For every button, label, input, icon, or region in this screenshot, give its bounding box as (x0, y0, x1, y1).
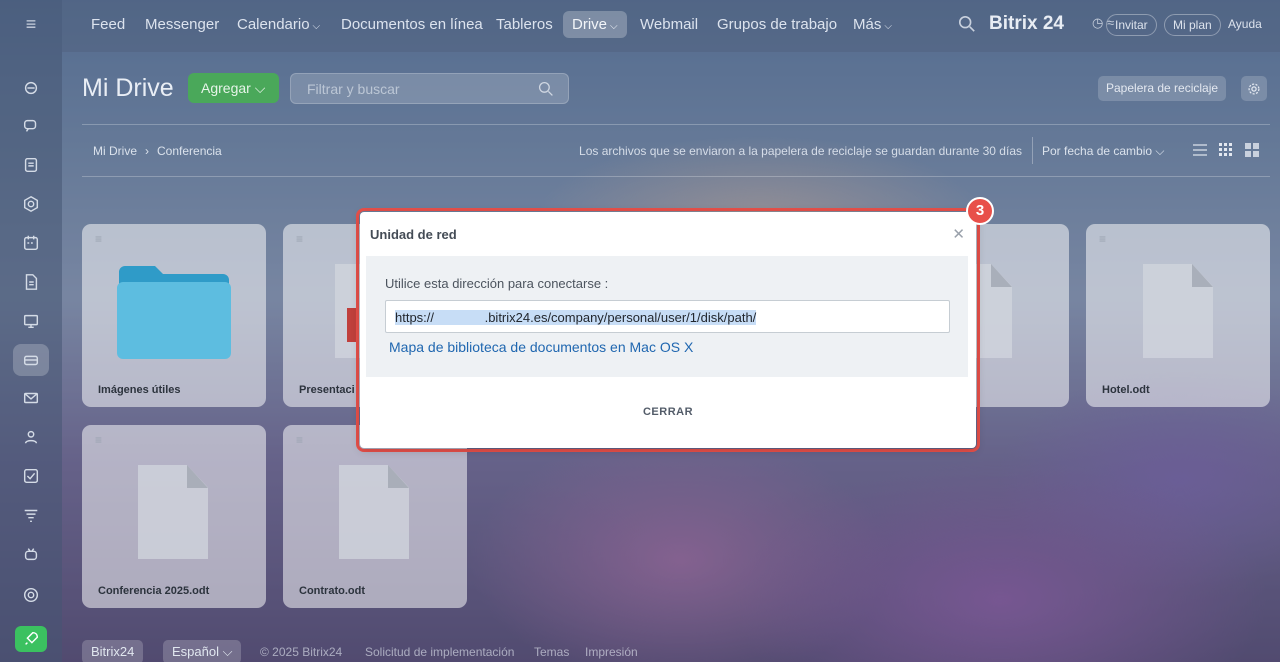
close-button[interactable]: CERRAR (360, 406, 976, 418)
url-field[interactable]: https:// .bitrix24.es/company/personal/u… (385, 300, 950, 333)
left-sidebar: ≡ (0, 0, 62, 662)
breadcrumb-root[interactable]: Mi Drive (93, 144, 137, 158)
menu-icon[interactable]: ≡ (19, 14, 43, 34)
dialog-body: Utilice esta dirección para conectarse :… (366, 256, 968, 377)
close-icon[interactable]: ✕ (952, 225, 965, 243)
checklist-icon[interactable] (13, 460, 49, 492)
drag-handle-icon[interactable]: ≡ (1099, 233, 1106, 245)
rocket-icon[interactable] (15, 626, 47, 652)
nav-mas-label: Más (853, 16, 882, 33)
chat-icon[interactable] (13, 110, 49, 142)
network-drive-dialog: Unidad de red ✕ Utilice esta dirección p… (360, 212, 976, 448)
drag-handle-icon[interactable]: ≡ (296, 233, 303, 245)
invite-button[interactable]: Invitar (1106, 14, 1157, 36)
url-value[interactable]: https:// .bitrix24.es/company/personal/u… (395, 310, 757, 325)
sort-label: Por fecha de cambio (1042, 144, 1153, 158)
sites-icon[interactable] (13, 188, 49, 220)
add-button-label: Agregar (201, 80, 251, 96)
nav-mas[interactable]: Más ⌵ (853, 16, 892, 33)
footer-link-print[interactable]: Impresión (585, 645, 638, 659)
footer-copyright: © 2025 Bitrix24 (260, 645, 343, 659)
nav-grupos[interactable]: Grupos de trabajo (717, 16, 837, 33)
large-grid-icon[interactable] (1244, 142, 1260, 158)
boards-icon[interactable] (13, 305, 49, 337)
chevron-down-icon: ⌵ (884, 21, 892, 32)
step-badge: 3 (966, 197, 994, 225)
dialog-title: Unidad de red (370, 227, 457, 242)
nav-feed[interactable]: Feed (91, 16, 125, 33)
footer-link-themes[interactable]: Temas (534, 645, 569, 659)
chevron-down-icon: ⌵ (312, 21, 321, 32)
page-title: Mi Drive (82, 74, 174, 102)
nav-documentos[interactable]: Documentos en línea (341, 16, 483, 33)
search-field[interactable] (290, 73, 569, 104)
divider (82, 124, 1270, 125)
chevron-down-icon: ⌵ (610, 21, 618, 32)
groups-icon[interactable] (13, 421, 49, 453)
chevron-right-icon: › (145, 144, 149, 158)
language-label: Español (172, 644, 219, 659)
footer-link-implementation[interactable]: Solicitud de implementación (365, 645, 514, 659)
plan-button[interactable]: Mi plan (1164, 14, 1221, 36)
mac-os-link[interactable]: Mapa de biblioteca de documentos en Mac … (389, 339, 693, 355)
nav-calendario-label: Calendario (237, 16, 310, 33)
divider (82, 176, 1270, 177)
recycle-notice: Los archivos que se enviaron a la papele… (579, 144, 1022, 158)
file-name[interactable]: Contrato.odt (299, 585, 365, 597)
bot-icon[interactable] (13, 538, 49, 570)
chevron-down-icon: ⌵ (222, 644, 233, 659)
connection-label: Utilice esta dirección para conectarse : (385, 276, 609, 291)
mail-icon[interactable] (13, 382, 49, 414)
search-icon[interactable] (958, 15, 976, 33)
nav-tableros[interactable]: Tableros (496, 16, 553, 33)
feed-icon[interactable] (13, 72, 49, 104)
breadcrumb-current[interactable]: Conferencia (157, 144, 222, 158)
grid-view-icon[interactable] (1218, 142, 1234, 158)
docs-icon[interactable] (13, 266, 49, 298)
file-tile[interactable]: ≡ Imágenes útiles (82, 224, 266, 407)
breadcrumb: Mi Drive › Conferencia (93, 144, 222, 158)
nav-drive[interactable]: Drive ⌵ (563, 11, 627, 38)
nav-webmail[interactable]: Webmail (640, 16, 698, 33)
drag-handle-icon[interactable]: ≡ (296, 434, 303, 446)
drive-icon[interactable] (13, 344, 49, 376)
file-name[interactable]: Imágenes útiles (98, 384, 181, 396)
file-tile[interactable]: ≡ Hotel.odt (1086, 224, 1270, 407)
filter-icon[interactable] (13, 499, 49, 531)
file-name[interactable]: Conferencia 2025.odt (98, 585, 209, 597)
file-tile[interactable]: ≡ Contrato.odt (283, 425, 467, 608)
search-input[interactable] (291, 74, 521, 104)
footer-brand[interactable]: Bitrix24 (82, 640, 144, 662)
brand-logo[interactable]: Bitrix 24 (989, 13, 1064, 35)
drag-handle-icon[interactable]: ≡ (95, 434, 102, 446)
recycle-bin-button[interactable]: Papelera de reciclaje (1098, 76, 1227, 101)
settings-icon[interactable] (13, 579, 49, 611)
add-button[interactable]: Agregar ⌵ (188, 73, 279, 103)
file-tile[interactable]: ≡ Conferencia 2025.odt (82, 425, 266, 608)
calendar-icon[interactable] (13, 227, 49, 259)
drag-handle-icon[interactable]: ≡ (95, 233, 102, 245)
tasks-icon[interactable] (13, 149, 49, 181)
help-link[interactable]: Ayuda (1228, 17, 1262, 31)
nav-calendario[interactable]: Calendario ⌵ (237, 16, 320, 33)
list-view-icon[interactable] (1192, 142, 1208, 158)
file-name[interactable]: Presentaci (299, 384, 355, 396)
gear-icon[interactable] (1241, 76, 1267, 101)
language-select[interactable]: Español ⌵ (163, 640, 242, 662)
nav-messenger[interactable]: Messenger (145, 16, 219, 33)
search-icon[interactable] (538, 81, 554, 97)
nav-drive-label: Drive (572, 16, 608, 33)
sort-dropdown[interactable]: Por fecha de cambio ⌵ (1032, 137, 1165, 164)
chevron-down-icon: ⌵ (254, 80, 266, 96)
folder-icon (117, 266, 231, 359)
top-navigation: Feed Messenger Calendario ⌵ Documentos en… (62, 0, 1280, 52)
file-name[interactable]: Hotel.odt (1102, 384, 1150, 396)
chevron-down-icon: ⌵ (1155, 144, 1165, 158)
